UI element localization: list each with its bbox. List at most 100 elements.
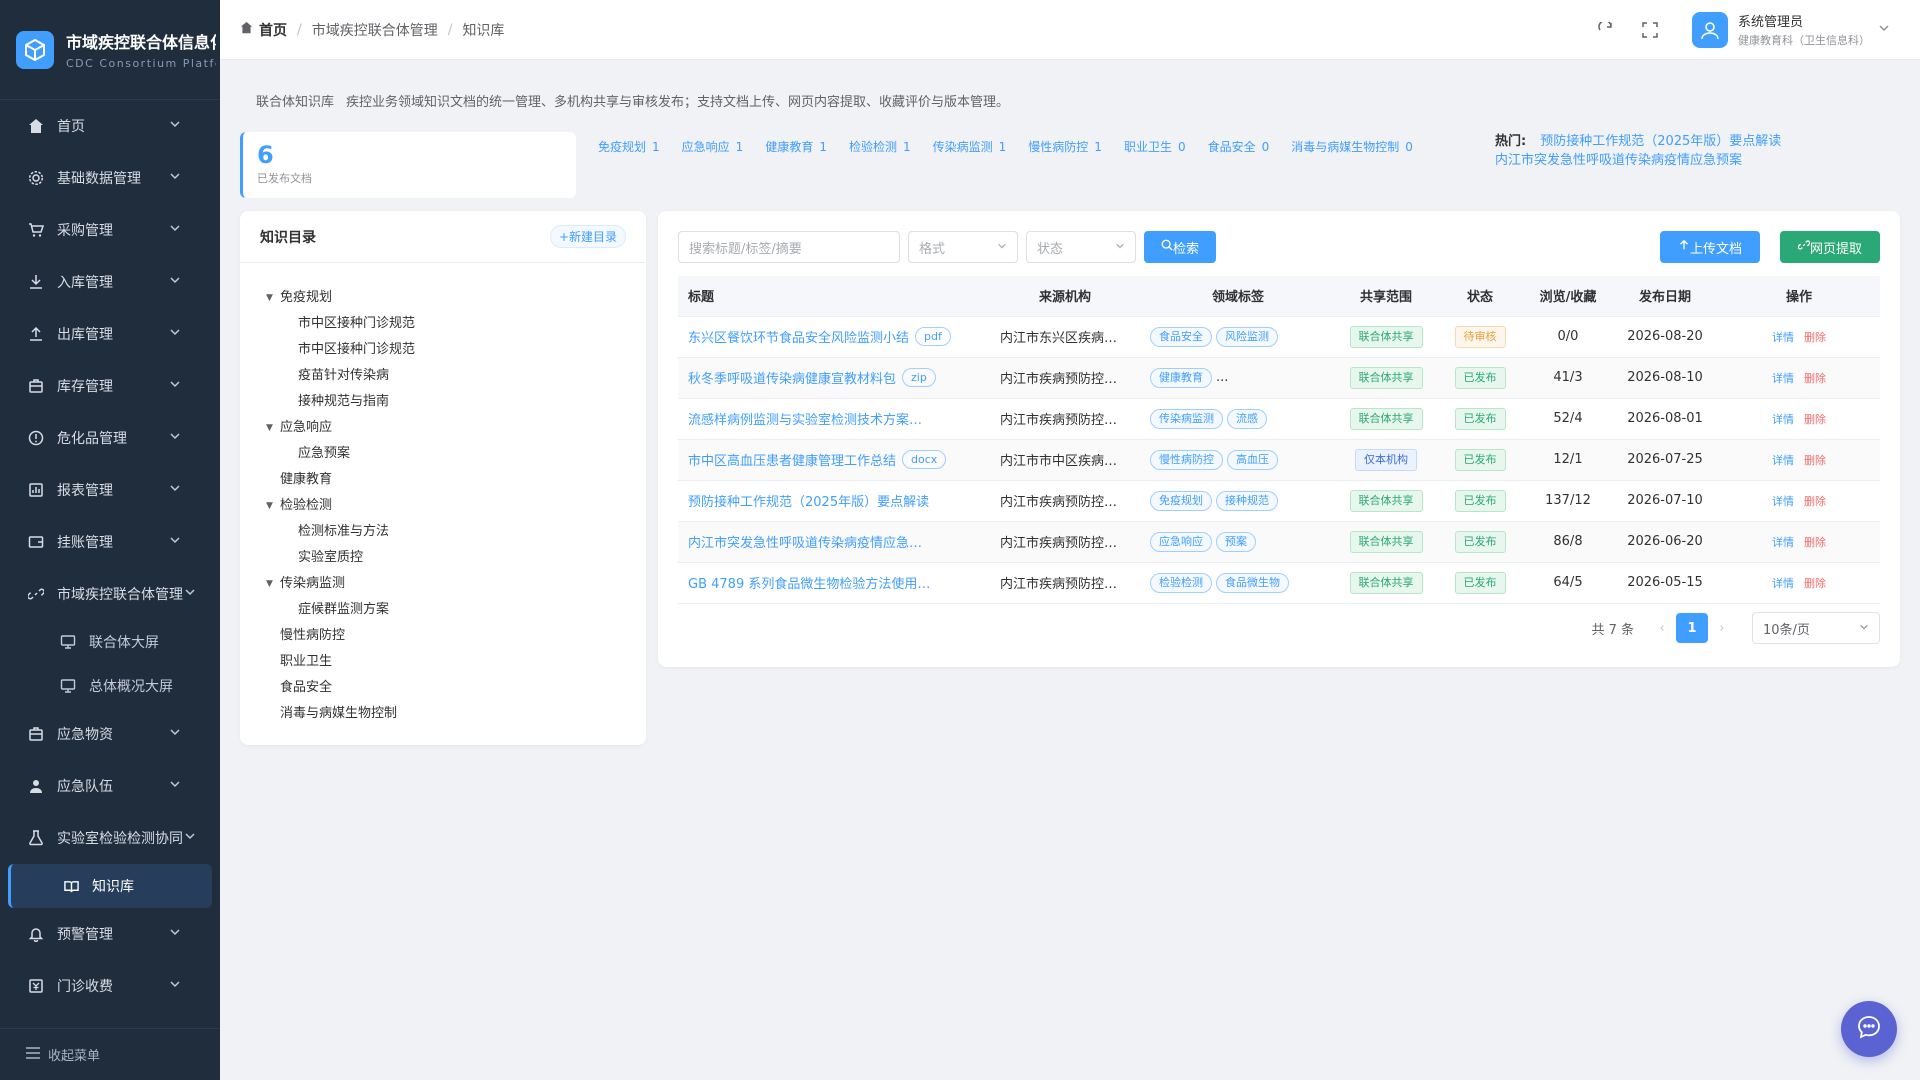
category-chip[interactable]: 消毒与病媒生物控制 0 [1291, 138, 1413, 155]
hot-item[interactable]: 内江市突发急性呼吸道传染病疫情应急预案 [1495, 153, 1742, 168]
category-chip[interactable]: 食品安全 0 [1208, 138, 1270, 155]
search-input[interactable]: 搜索标题/标签/摘要 [678, 231, 900, 263]
sidebar-item-sidebar-items-7[interactable]: 报表管理 [0, 464, 220, 516]
tree-node[interactable]: 慢性病防控 [240, 623, 646, 649]
detail-button[interactable]: 详情 [1772, 372, 1794, 385]
category-chip[interactable]: 慢性病防控 1 [1028, 138, 1102, 155]
detail-button[interactable]: 详情 [1772, 331, 1794, 344]
sidebar-item-sidebar-items3-1[interactable]: 门诊收费 [0, 960, 220, 1012]
document-title-link[interactable]: GB 4789 系列食品微生物检验方法使用指引 [688, 573, 933, 592]
detail-button[interactable]: 详情 [1772, 413, 1794, 426]
sidebar-item-sidebar-items-2[interactable]: 采购管理 [0, 204, 220, 256]
tree-node[interactable]: 实验室质控 [240, 545, 646, 571]
tree-node[interactable]: 症候群监测方案 [240, 597, 646, 623]
sidebar-subitem[interactable]: 总体概况大屏 [0, 664, 220, 708]
next-page-icon[interactable]: › [1708, 614, 1736, 642]
breadcrumb-home[interactable]: 首页 [259, 20, 287, 40]
sidebar-item-knowledge-base[interactable]: 知识库 [8, 864, 212, 908]
category-chip-count: 0 [1177, 140, 1186, 154]
sidebar-item-sidebar-items3-0[interactable]: 预警管理 [0, 908, 220, 960]
web-extract-button[interactable]: 网页提取 [1780, 231, 1880, 263]
delete-button[interactable]: 删除 [1804, 577, 1826, 590]
detail-button[interactable]: 详情 [1772, 577, 1794, 590]
table-row[interactable]: 预防接种工作规范（2025年版）要点解读 内江市疾病预防控制中心 免疫规划 接种规范联… [678, 480, 1880, 522]
sidebar-item-sidebar-items-1[interactable]: 基础数据管理 [0, 152, 220, 204]
sidebar-item-sidebar-items-8[interactable]: 挂账管理 [0, 516, 220, 568]
table-row[interactable]: 市中区高血压患者健康管理工作总结 docx 内江市市中区疾病预防控制中心慢性病防控高… [678, 439, 1880, 481]
tree-node[interactable]: 职业卫生 [240, 649, 646, 675]
tree-node-label: 实验室质控 [298, 550, 364, 565]
delete-button[interactable]: 删除 [1804, 413, 1826, 426]
tree-node[interactable]: 健康教育 [240, 467, 646, 493]
hot-item[interactable]: 预防接种工作规范（2025年版）要点解读 [1540, 134, 1781, 149]
detail-button[interactable]: 详情 [1772, 536, 1794, 549]
tree-node[interactable]: 接种规范与指南 [240, 389, 646, 415]
tree-node[interactable]: ▼ 传染病监测 [240, 571, 646, 597]
delete-button[interactable]: 删除 [1804, 331, 1826, 344]
delete-button[interactable]: 删除 [1804, 536, 1826, 549]
share-scope-badge: 联合体共享 [1349, 571, 1423, 594]
tree-node[interactable]: ▼ 应急响应 [240, 415, 646, 441]
document-title-link[interactable]: 预防接种工作规范（2025年版）要点解读 [688, 491, 929, 510]
new-directory-button[interactable]: +新建目录 [549, 225, 626, 248]
search-button[interactable]: 检索 [1144, 231, 1216, 263]
domain-tags: 食品安全 风险监测 [1140, 316, 1336, 358]
sidebar-item-sidebar-items2-1[interactable]: 应急队伍 [0, 760, 220, 812]
tree-node[interactable]: 市中区接种门诊规范 [240, 311, 646, 337]
table-row[interactable]: GB 4789 系列食品微生物检验方法使用指引 内江市疾病预防控制中心 检验检测 食品… [678, 562, 1880, 604]
document-title-link[interactable]: 流感样病例监测与实验室检测技术方案（2026版） [688, 409, 933, 428]
status-select[interactable]: 状态 [1026, 231, 1136, 263]
format-select[interactable]: 格式 [908, 231, 1018, 263]
upload-button[interactable]: 上传文档 [1660, 231, 1760, 263]
table-row[interactable]: 流感样病例监测与实验室检测技术方案（2026版） 内江市疾病预防控制中心传染病监测… [678, 398, 1880, 440]
delete-button[interactable]: 删除 [1804, 495, 1826, 508]
sidebar-item-sidebar-items-6[interactable]: 危化品管理 [0, 412, 220, 464]
sidebar-item-sidebar-items2-2[interactable]: 实验室检验检测协同 [0, 812, 220, 864]
breadcrumb-parent[interactable]: 市域疾控联合体管理 [312, 20, 438, 40]
refresh-icon[interactable] [1584, 8, 1628, 52]
table-row[interactable]: 东兴区餐饮环节食品安全风险监测小结 pdf 内江市东兴区疾病预防控制中心食品安全风险… [678, 316, 1880, 358]
table-row[interactable]: 内江市突发急性呼吸道传染病疫情应急预案 内江市疾病预防控制中心 应急响应 预案 联合体共… [678, 521, 1880, 563]
sidebar-item-sidebar-items-3[interactable]: 入库管理 [0, 256, 220, 308]
user-avatar[interactable] [1692, 11, 1728, 48]
page-size-select[interactable]: 10条/页 [1752, 612, 1880, 644]
category-chip[interactable]: 免疫规划 1 [598, 138, 660, 155]
category-chip[interactable]: 职业卫生 0 [1124, 138, 1186, 155]
sidebar-item-sidebar-items-5[interactable]: 库存管理 [0, 360, 220, 412]
chat-assistant-button[interactable] [1841, 1001, 1897, 1057]
sidebar-item-sidebar-items-0[interactable]: 首页 [0, 100, 220, 152]
sidebar-item-sidebar-items-4[interactable]: 出库管理 [0, 308, 220, 360]
document-title-link[interactable]: 秋冬季呼吸道传染病健康宣教材料包 [688, 368, 896, 387]
tree-node[interactable]: ▼ 免疫规划 [240, 285, 646, 311]
document-title-link[interactable]: 东兴区餐饮环节食品安全风险监测小结 [688, 327, 909, 346]
document-title-link[interactable]: 市中区高血压患者健康管理工作总结 [688, 450, 896, 469]
detail-button[interactable]: 详情 [1772, 495, 1794, 508]
category-chip-count: 1 [1094, 140, 1102, 154]
sidebar-item-sidebar-items-9[interactable]: 市域疾控联合体管理 [0, 568, 220, 620]
download-icon [28, 274, 44, 290]
collapse-menu-button[interactable]: 收起菜单 [0, 1028, 220, 1080]
delete-button[interactable]: 删除 [1804, 372, 1826, 385]
tree-node[interactable]: 检测标准与方法 [240, 519, 646, 545]
category-chip[interactable]: 检验检测 1 [849, 138, 911, 155]
tree-node[interactable]: ▼ 检验检测 [240, 493, 646, 519]
tree-node[interactable]: 应急预案 [240, 441, 646, 467]
tree-node[interactable]: 消毒与病媒生物控制 [240, 701, 646, 727]
tree-node[interactable]: 疫苗针对传染病 [240, 363, 646, 389]
tree-node[interactable]: 食品安全 [240, 675, 646, 701]
fullscreen-icon[interactable] [1628, 8, 1672, 52]
sidebar-subitem[interactable]: 联合体大屏 [0, 620, 220, 664]
detail-button[interactable]: 详情 [1772, 454, 1794, 467]
category-chip[interactable]: 健康教育 1 [765, 138, 827, 155]
page-number[interactable]: 1 [1676, 613, 1708, 643]
prev-page-icon[interactable]: ‹ [1648, 614, 1676, 642]
source-org: 内江市疾病预防控制中心 [990, 480, 1140, 522]
sidebar-item-sidebar-items2-0[interactable]: 应急物资 [0, 708, 220, 760]
delete-button[interactable]: 删除 [1804, 454, 1826, 467]
tree-node[interactable]: 市中区接种门诊规范 [240, 337, 646, 363]
category-chip[interactable]: 应急响应 1 [682, 138, 744, 155]
category-chip[interactable]: 传染病监测 1 [933, 138, 1007, 155]
table-row[interactable]: 秋冬季呼吸道传染病健康宣教材料包 zip 内江市疾病预防控制中心 健康教育... 联合体… [678, 357, 1880, 399]
chevron-down-icon[interactable] [1878, 22, 1890, 38]
document-title-link[interactable]: 内江市突发急性呼吸道传染病疫情应急预案 [688, 532, 933, 551]
